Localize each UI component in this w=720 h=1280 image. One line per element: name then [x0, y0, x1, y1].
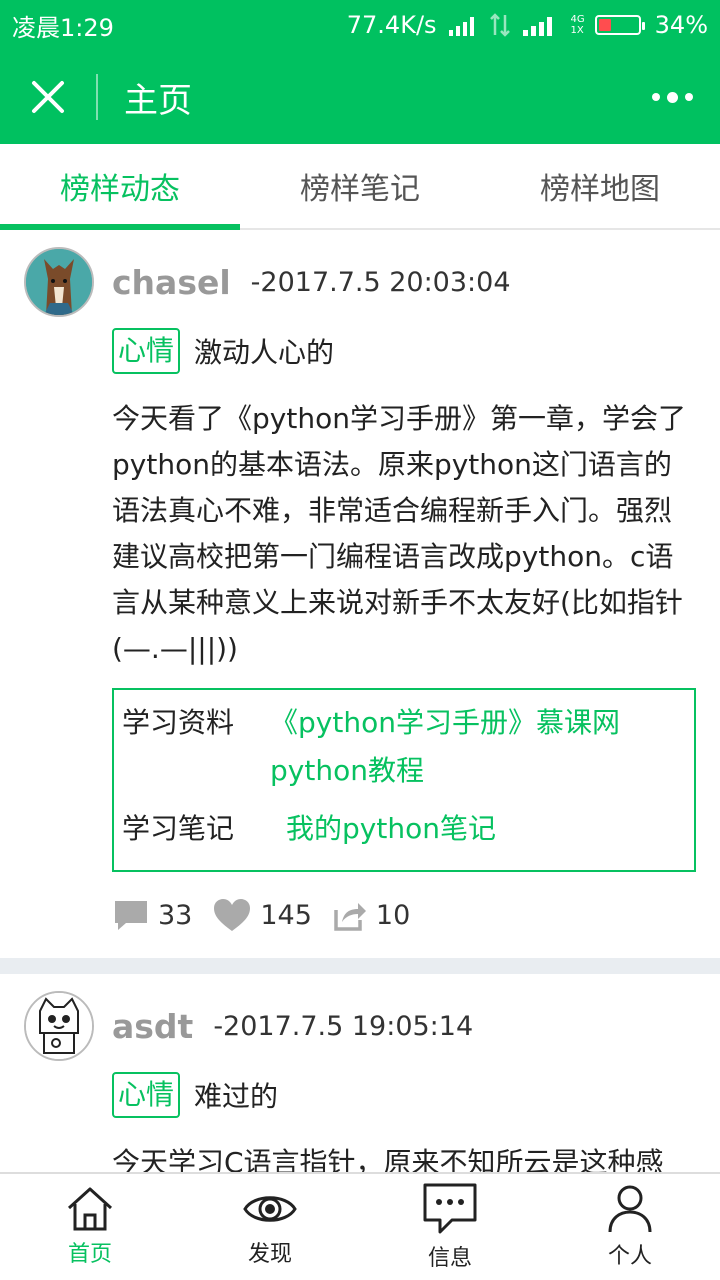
home-icon: [67, 1187, 113, 1231]
cartoon-dog-avatar-icon: [26, 993, 92, 1059]
close-icon: [32, 81, 64, 113]
battery-level: 34%: [654, 11, 708, 39]
tab-role-model-map[interactable]: 榜样地图: [480, 144, 720, 228]
sim-label: 1X: [570, 25, 584, 36]
notes-link[interactable]: 我的python笔记: [286, 812, 496, 845]
post-time: -2017.7.5 19:05:14: [213, 1010, 474, 1042]
horse-avatar-icon: [26, 249, 92, 315]
message-icon: [423, 1183, 477, 1234]
network-type-label: 4G: [570, 14, 585, 25]
username[interactable]: chasel: [112, 263, 231, 302]
comment-icon: [115, 901, 147, 930]
tab-role-model-notes[interactable]: 榜样笔记: [240, 144, 480, 228]
notes-row: 学习笔记 我的python笔记: [122, 806, 686, 852]
mood-row: 心情 激动人心的: [112, 328, 696, 374]
resources-box: 学习资料 《python学习手册》慕课网 python教程 学习笔记 我的pyt…: [112, 688, 696, 872]
bottom-nav: 首页 发现 信息 个人: [0, 1172, 720, 1280]
post-card: chasel -2017.7.5 20:03:04 心情 激动人心的 今天看了《…: [0, 230, 720, 958]
avatar[interactable]: [24, 247, 94, 317]
materials-row: 学习资料 《python学习手册》慕课网: [122, 700, 686, 746]
more-icon-dot: [666, 91, 678, 103]
page-title: 主页: [124, 80, 192, 121]
person-icon: [608, 1185, 652, 1233]
post-header: asdt -2017.7.5 19:05:14: [24, 986, 696, 1066]
share-icon: [334, 903, 366, 931]
more-icon: [651, 93, 660, 101]
materials-link[interactable]: 《python学习手册》慕课网: [270, 706, 620, 739]
nav-profile[interactable]: 个人: [540, 1174, 720, 1280]
mood-text: 激动人心的: [194, 336, 335, 369]
nav-discover-label: 发现: [247, 1242, 292, 1267]
heart-icon: [214, 899, 251, 931]
materials-row-2: python教程: [122, 748, 686, 794]
nav-messages[interactable]: 信息: [360, 1174, 540, 1280]
mood-tag: 心情: [112, 328, 181, 374]
materials-links: 《python学习手册》慕课网: [270, 700, 620, 746]
nav-profile-label: 个人: [607, 1244, 652, 1269]
tab-role-model-updates[interactable]: 榜样动态: [0, 144, 240, 230]
like-count: 145: [260, 899, 312, 931]
network-speed: 77.4K/s: [346, 11, 437, 39]
post-card: asdt -2017.7.5 19:05:14 心情 难过的 今天学习C语言指针…: [0, 974, 720, 1172]
comment-count: 33: [158, 899, 193, 931]
avatar[interactable]: [24, 991, 94, 1061]
top-bar: 主页: [0, 50, 720, 144]
like-button[interactable]: 145: [212, 897, 312, 933]
nav-home-label: 首页: [67, 1242, 112, 1267]
close-button[interactable]: [0, 50, 96, 144]
materials-links-2: python教程: [270, 748, 424, 794]
post-divider: [0, 958, 720, 974]
post-actions: 33 145 10: [112, 872, 696, 958]
materials-label-spacer: [122, 748, 270, 794]
data-transfer-icon: [489, 13, 510, 37]
nav-messages-label: 信息: [427, 1246, 472, 1271]
mood-row: 心情 难过的: [112, 1072, 696, 1118]
cell-signal-icon: [522, 17, 552, 36]
wifi-signal-icon: [448, 17, 474, 36]
mood-text: 难过的: [194, 1080, 279, 1113]
battery-icon: [594, 15, 645, 35]
post-content: 今天学习C语言指针，原来不知所云是这种感觉/(ㄒoㄒ)/~~: [112, 1146, 664, 1172]
more-button[interactable]: [624, 50, 720, 144]
eye-icon: [243, 1196, 297, 1222]
materials-label: 学习资料: [122, 706, 235, 739]
network-type: 4G 1X: [571, 14, 585, 36]
share-button[interactable]: 10: [332, 898, 410, 932]
notes-links: 我的python笔记: [270, 806, 496, 852]
post-content: 今天看了《python学习手册》第一章，学会了python的基本语法。原来pyt…: [112, 402, 686, 665]
post-header: chasel -2017.7.5 20:03:04: [24, 242, 696, 322]
nav-discover[interactable]: 发现: [180, 1174, 360, 1280]
notes-label: 学习笔记: [122, 812, 235, 845]
nav-home[interactable]: 首页: [0, 1174, 180, 1280]
mood-tag: 心情: [112, 1072, 181, 1118]
feed[interactable]: chasel -2017.7.5 20:03:04 心情 激动人心的 今天看了《…: [0, 230, 720, 1172]
username[interactable]: asdt: [112, 1007, 193, 1046]
more-icon-dot: [684, 93, 693, 101]
status-bar: 凌晨1:29 77.4K/s 4G 1X 34%: [0, 0, 720, 50]
materials-link[interactable]: python教程: [270, 754, 424, 787]
comment-button[interactable]: 33: [112, 897, 192, 933]
share-count: 10: [375, 899, 411, 931]
post-time: -2017.7.5 20:03:04: [250, 266, 511, 298]
tab-bar: 榜样动态 榜样笔记 榜样地图: [0, 144, 720, 230]
status-time: 凌晨1:29: [12, 13, 114, 42]
status-right: 77.4K/s 4G 1X 34%: [347, 11, 708, 39]
